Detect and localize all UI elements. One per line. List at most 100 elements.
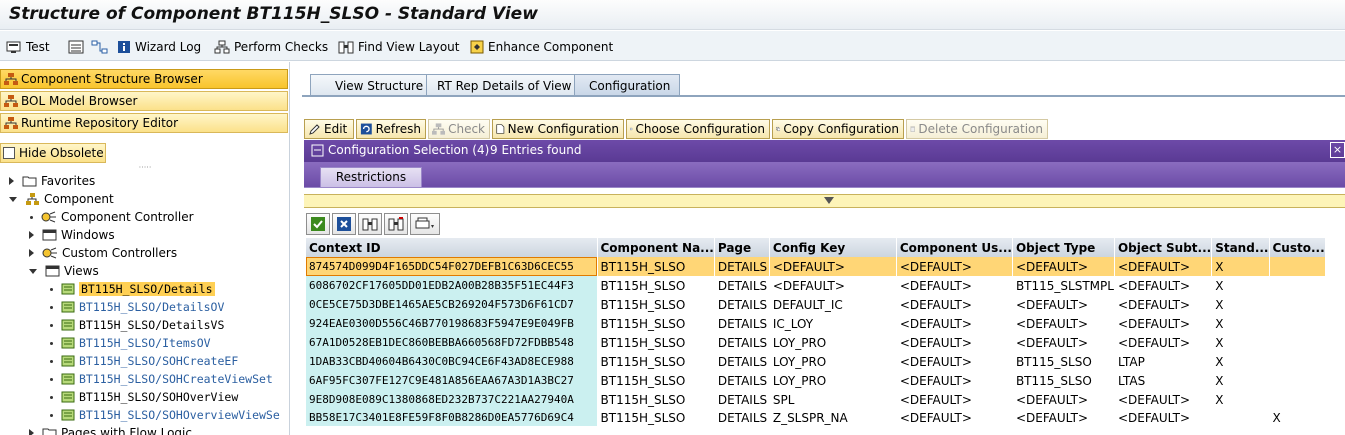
- test-button[interactable]: Test: [6, 38, 50, 55]
- cell-context-id[interactable]: BB58E17C3401E8FE59F8F0B8286D0EA5776D69C4: [306, 409, 597, 426]
- new-configuration-button[interactable]: New Configuration: [492, 119, 624, 139]
- tab-rt-rep-details-of-view[interactable]: RT Rep Details of View: [426, 74, 576, 96]
- tab-configuration[interactable]: Configuration: [574, 74, 680, 96]
- column-header-custom[interactable]: Custo...: [1269, 238, 1326, 257]
- column-header-object-subtype[interactable]: Object Subt...: [1114, 238, 1213, 257]
- choose-configuration-label: Choose Configuration: [635, 122, 766, 136]
- column-header-page[interactable]: Page: [714, 238, 770, 257]
- wizard-log-button[interactable]: Wizard Log: [117, 38, 201, 55]
- cell-context-id[interactable]: 6086702CF17605DD01EDB2A00B28B35F51EC44F3: [306, 276, 597, 295]
- tree-node-view[interactable]: BT115H_SLSO/SOHOverView: [50, 388, 238, 406]
- tab-view-structure[interactable]: View Structure: [310, 74, 428, 96]
- tree-node-favorites[interactable]: Favorites: [9, 172, 95, 190]
- collapse-icon[interactable]: [9, 196, 17, 202]
- table-row[interactable]: 1DAB33CBD40604B6430C0BC94CE6F43AD8ECE988…: [306, 352, 1325, 371]
- table-row[interactable]: 6AF95FC307FE127C9E481A856EAA67A3D1A3BC27…: [306, 371, 1325, 390]
- collapse-panel-icon[interactable]: [311, 144, 324, 157]
- cell-component-usage: <DEFAULT>: [899, 335, 972, 350]
- tree-node-pages-with-flow-logic[interactable]: Pages with Flow Logic: [29, 424, 192, 435]
- tree-node-view[interactable]: BT115H_SLSO/SOHCreateViewSet: [50, 370, 273, 388]
- cell-config-key: DEFAULT_IC: [772, 297, 843, 312]
- cell-component-name: BT115H_SLSO: [600, 335, 686, 350]
- cell-custom: [1269, 352, 1325, 371]
- cell-context-id[interactable]: 9E8D908E089C1380868ED232B737C221AA27940A: [306, 390, 597, 409]
- find-next-button[interactable]: [384, 213, 408, 235]
- tree-node-view[interactable]: BT115H_SLSO/SOHCreateEF: [50, 352, 238, 370]
- tree-node-views[interactable]: Views: [29, 262, 99, 280]
- collapse-bar[interactable]: [304, 194, 1345, 208]
- tree-node-view[interactable]: BT115H_SLSO/Details: [50, 280, 215, 298]
- table-row[interactable]: BB58E17C3401E8FE59F8F0B8286D0EA5776D69C4…: [306, 409, 1325, 426]
- find-view-layout-button[interactable]: Find View Layout: [338, 38, 459, 55]
- table-row[interactable]: 874574D099D4F165DDC54F027DEFB1C63D6CEC55…: [306, 257, 1326, 276]
- tree-node-view[interactable]: BT115H_SLSO/ItemsOV: [50, 334, 211, 352]
- tree-node-custom-controllers[interactable]: Custom Controllers: [29, 244, 177, 262]
- check-button[interactable]: Check: [428, 119, 490, 139]
- delete-configuration-button[interactable]: Delete Configuration: [906, 119, 1048, 139]
- runtime-repository-editor-button[interactable]: Runtime Repository Editor: [0, 113, 288, 133]
- cell-config-key: Z_SLSPR_NA: [772, 410, 848, 425]
- hide-obsolete-label: Hide Obsolete: [19, 146, 104, 160]
- tree-node-component[interactable]: Component: [9, 190, 114, 208]
- tree-label: BT115H_SLSO/SOHOverviewViewSe: [79, 408, 280, 422]
- cell-config-key: LOY_PRO: [772, 354, 827, 369]
- tree-label: Component: [44, 192, 114, 206]
- tree-node-view[interactable]: BT115H_SLSO/DetailsVS: [50, 316, 224, 334]
- table-row[interactable]: 0CE5CE75D3DBE1465AE5CB269204F573D6F61CD7…: [306, 295, 1325, 314]
- tree-node-windows[interactable]: Windows: [29, 226, 115, 244]
- cell-component-usage: <DEFAULT>: [896, 257, 1013, 276]
- cell-context-id[interactable]: 874574D099D4F165DDC54F027DEFB1C63D6CEC55: [306, 257, 597, 276]
- table-row[interactable]: 924EAE0300D556C46B770198683F5947E9E049FB…: [306, 314, 1325, 333]
- cancel-button[interactable]: [332, 213, 356, 235]
- component-structure-browser-button[interactable]: Component Structure Browser: [0, 69, 288, 89]
- restrictions-divider: [304, 187, 1345, 193]
- column-header-standard[interactable]: Stand...: [1211, 238, 1270, 257]
- column-header-component-name[interactable]: Component Na...: [597, 238, 715, 257]
- expand-icon[interactable]: [29, 231, 34, 239]
- view-icon: [61, 355, 75, 367]
- perform-checks-button[interactable]: Perform Checks: [214, 38, 328, 55]
- enhance-component-button[interactable]: Enhance Component: [470, 38, 613, 55]
- tree-node-view[interactable]: BT115H_SLSO/SOHOverviewViewSe: [50, 406, 286, 424]
- copy-configuration-button[interactable]: Copy Configuration: [772, 119, 904, 139]
- cell-component-usage: <DEFAULT>: [899, 354, 972, 369]
- refresh-button[interactable]: Refresh: [356, 119, 426, 139]
- close-icon[interactable]: ×: [1330, 142, 1345, 158]
- cell-object-subtype: LTAS: [1117, 373, 1146, 388]
- edit-button[interactable]: Edit: [304, 119, 354, 139]
- column-header-config-key[interactable]: Config Key: [769, 238, 897, 257]
- cell-context-id[interactable]: 1DAB33CBD40604B6430C0BC94CE6F43AD8ECE988: [306, 352, 597, 371]
- display-list-button[interactable]: [68, 38, 88, 55]
- column-header-object-type[interactable]: Object Type: [1012, 238, 1115, 257]
- table-row[interactable]: 9E8D908E089C1380868ED232B737C221AA27940A…: [306, 390, 1325, 409]
- find-button[interactable]: [358, 213, 382, 235]
- bol-model-browser-button[interactable]: BOL Model Browser: [0, 91, 288, 111]
- tree-node-component-controller[interactable]: Component Controller: [30, 208, 194, 226]
- runtime-repository-editor-label: Runtime Repository Editor: [21, 116, 179, 130]
- cell-context-id[interactable]: 0CE5CE75D3DBE1465AE5CB269204F573D6F61CD7: [306, 295, 597, 314]
- tab-restrictions[interactable]: Restrictions: [320, 167, 422, 187]
- tree-label: Component Controller: [61, 210, 194, 224]
- cell-object-subtype: <DEFAULT>: [1117, 316, 1191, 331]
- test-icon: [6, 41, 21, 53]
- print-button[interactable]: [410, 213, 440, 235]
- cell-context-id[interactable]: 6AF95FC307FE127C9E481A856EAA67A3D1A3BC27: [306, 371, 597, 390]
- tree-node-view[interactable]: BT115H_SLSO/DetailsOV: [50, 298, 224, 316]
- table-row[interactable]: 67A1D0528EB1DEC860BEBBA660568FD72FDBB548…: [306, 333, 1325, 352]
- collapse-icon[interactable]: [29, 268, 37, 274]
- table-row[interactable]: 6086702CF17605DD01EDB2A00B28B35F51EC44F3…: [306, 276, 1325, 295]
- cell-context-id[interactable]: 924EAE0300D556C46B770198683F5947E9E049FB: [306, 314, 597, 333]
- confirm-button[interactable]: [306, 213, 330, 235]
- hierarchy-button[interactable]: [91, 38, 113, 55]
- hide-obsolete-button[interactable]: Hide Obsolete: [0, 143, 106, 163]
- cell-context-id[interactable]: 67A1D0528EB1DEC860BEBBA660568FD72FDBB548: [306, 333, 597, 352]
- expand-icon[interactable]: [29, 429, 34, 435]
- column-header-component-usage[interactable]: Component Us...: [896, 238, 1013, 257]
- chevron-down-icon[interactable]: [824, 197, 834, 204]
- expand-icon[interactable]: [29, 249, 34, 257]
- expand-icon[interactable]: [9, 177, 14, 185]
- choose-configuration-button[interactable]: Choose Configuration: [626, 119, 770, 139]
- cell-standard: X: [1215, 316, 1224, 331]
- column-header-context-id[interactable]: Context ID: [306, 238, 598, 257]
- cell-component-name: BT115H_SLSO: [600, 373, 686, 388]
